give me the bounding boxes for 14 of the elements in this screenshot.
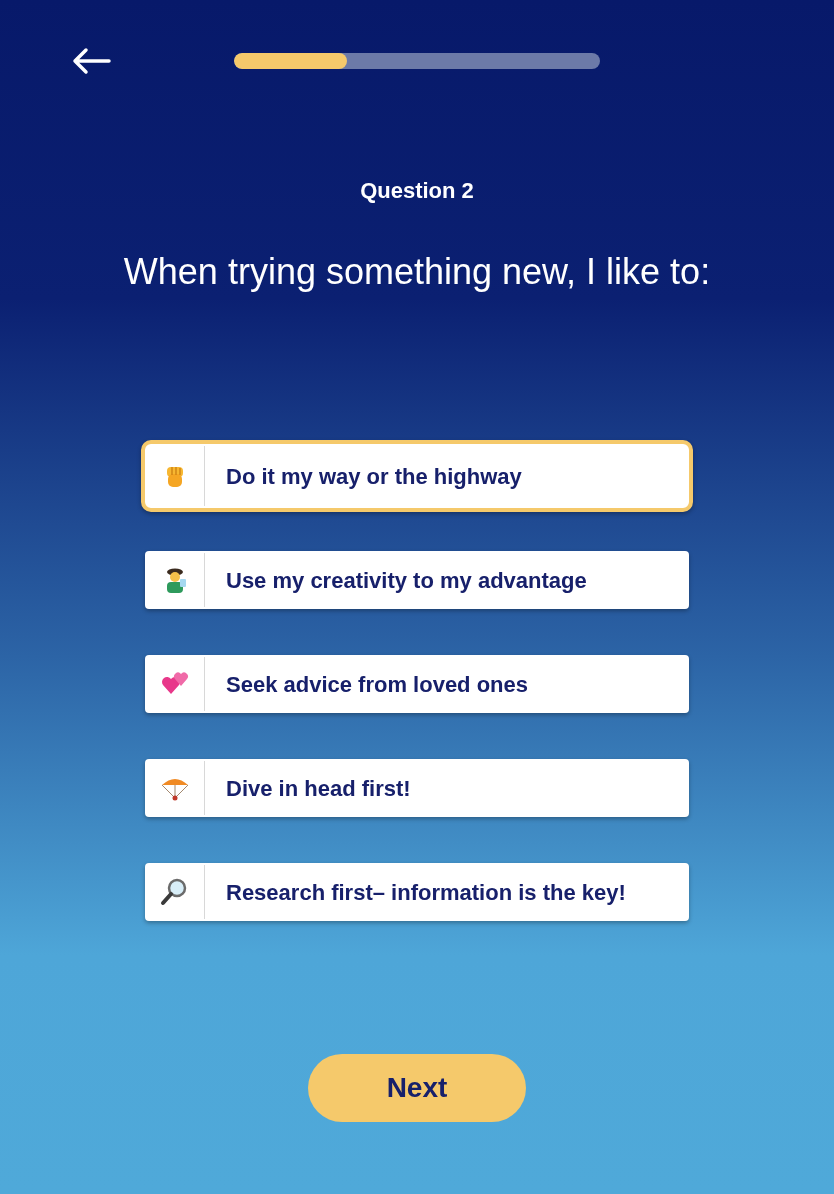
answer-option[interactable]: Research first– information is the key! [145, 863, 689, 921]
answer-option[interactable]: Dive in head first! [145, 759, 689, 817]
answer-option[interactable]: Do it my way or the highway [141, 440, 693, 512]
option-label: Research first– information is the key! [225, 878, 626, 907]
option-label: Dive in head first! [225, 774, 411, 803]
back-arrow-icon [71, 46, 111, 76]
option-label: Use my creativity to my advantage [225, 566, 587, 595]
next-button[interactable]: Next [308, 1054, 526, 1122]
question-text: When trying something new, I like to: [123, 250, 711, 294]
answer-option[interactable]: Seek advice from loved ones [145, 655, 689, 713]
question-label: Question 2 [360, 177, 474, 205]
option-label: Do it my way or the highway [225, 462, 522, 491]
option-label: Seek advice from loved ones [225, 670, 529, 699]
answer-option[interactable]: Use my creativity to my advantage [145, 551, 689, 609]
